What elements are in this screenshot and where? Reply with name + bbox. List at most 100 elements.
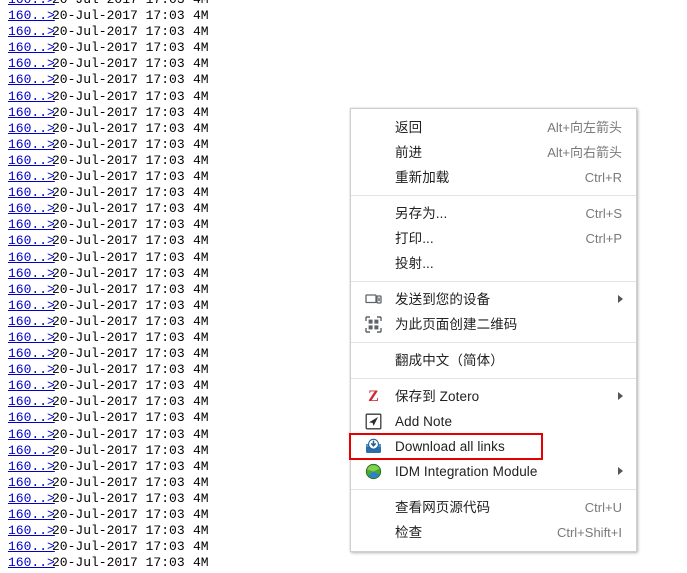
qr-code-icon: [365, 316, 382, 333]
file-row: 160..>20-Jul-2017 17:03 4M: [0, 233, 340, 249]
file-row: 160..>20-Jul-2017 17:03 4M: [0, 410, 340, 426]
file-link[interactable]: 160..>: [8, 394, 55, 410]
file-link[interactable]: 160..>: [8, 121, 55, 137]
file-link[interactable]: 160..>: [8, 555, 55, 571]
menu-separator: [351, 281, 636, 282]
submenu-arrow-icon: [618, 295, 623, 303]
file-date: 20-Jul-2017 17:03: [52, 297, 185, 313]
menu-item-label: 打印...: [395, 231, 434, 246]
file-date: 20-Jul-2017 17:03: [52, 313, 185, 329]
file-size: 4M: [193, 329, 209, 345]
file-row: 160..>20-Jul-2017 17:03 4M: [0, 137, 340, 153]
file-size: 4M: [193, 281, 209, 297]
file-row: 160..>20-Jul-2017 17:03 4M: [0, 314, 340, 330]
file-link[interactable]: 160..>: [8, 169, 55, 185]
menu-item--[interactable]: 检查 Ctrl+Shift+I: [351, 520, 636, 545]
menu-item--[interactable]: 翻成中文（简体）: [351, 348, 636, 373]
file-link[interactable]: 160..>: [8, 330, 55, 346]
menu-item-download-all-links[interactable]: Download all links: [349, 433, 636, 460]
file-link[interactable]: 160..>: [8, 314, 55, 330]
file-row: 160..>20-Jul-2017 17:03 4M: [0, 250, 340, 266]
menu-item--[interactable]: 打印... Ctrl+P: [351, 226, 636, 251]
menu-item--[interactable]: 另存为... Ctrl+S: [351, 201, 636, 226]
file-size: 4M: [193, 120, 209, 136]
file-row: 160..>20-Jul-2017 17:03 4M: [0, 394, 340, 410]
menu-item-label: 投射...: [395, 256, 434, 271]
file-link[interactable]: 160..>: [8, 137, 55, 153]
menu-item-label: 发送到您的设备: [395, 292, 491, 307]
menu-item-qr-code[interactable]: 为此页面创建二维码: [351, 312, 636, 337]
file-link[interactable]: 160..>: [8, 56, 55, 72]
file-row: 160..>20-Jul-2017 17:03 4M: [0, 507, 340, 523]
menu-item--[interactable]: 前进 Alt+向右箭头: [351, 140, 636, 165]
menu-item-label: 查看网页源代码: [395, 500, 491, 515]
file-link[interactable]: 160..>: [8, 185, 55, 201]
file-size: 4M: [193, 394, 209, 410]
file-date: 20-Jul-2017 17:03: [52, 233, 185, 249]
menu-item--[interactable]: 查看网页源代码 Ctrl+U: [351, 495, 636, 520]
menu-item--[interactable]: 重新加载 Ctrl+R: [351, 165, 636, 190]
browser-context-menu[interactable]: 返回 Alt+向左箭头 前进 Alt+向右箭头 重新加载 Ctrl+R 另存为... Ctrl…: [349, 108, 637, 552]
file-link[interactable]: 160..>: [8, 233, 55, 249]
file-link[interactable]: 160..>: [8, 507, 55, 523]
file-link[interactable]: 160..>: [8, 378, 55, 394]
file-link[interactable]: 160..>: [8, 217, 55, 233]
file-link[interactable]: 160..>: [8, 201, 55, 217]
menu-item-idm[interactable]: IDM Integration Module: [351, 459, 636, 484]
file-row: 160..>20-Jul-2017 17:03 4M: [0, 475, 340, 491]
file-row: 160..>20-Jul-2017 17:03 4M: [0, 0, 340, 8]
menu-item-add-note[interactable]: Add Note: [351, 409, 636, 434]
file-link[interactable]: 160..>: [8, 346, 55, 362]
file-link[interactable]: 160..>: [8, 491, 55, 507]
file-link[interactable]: 160..>: [8, 250, 55, 266]
file-link[interactable]: 160..>: [8, 475, 55, 491]
file-link[interactable]: 160..>: [8, 8, 55, 24]
directory-listing: 160..> 20-Jul-2017 17:03 4M 160..> 20-Jul-20…: [0, 0, 340, 573]
file-date: 20-Jul-2017 17:03: [52, 24, 185, 40]
menu-item--[interactable]: 返回 Alt+向左箭头: [351, 115, 636, 140]
file-link[interactable]: 160..>: [8, 89, 55, 105]
zotero-icon: Z: [368, 388, 379, 405]
file-link[interactable]: 160..>: [8, 410, 55, 426]
menu-item-devices[interactable]: 发送到您的设备: [351, 287, 636, 312]
file-size: 4M: [193, 152, 209, 168]
menu-item-label: 返回: [395, 120, 423, 135]
devices-icon: [365, 291, 382, 308]
file-link[interactable]: 160..>: [8, 0, 55, 8]
file-date: 20-Jul-2017 17:03: [52, 555, 185, 571]
file-link[interactable]: 160..>: [8, 24, 55, 40]
file-link[interactable]: 160..>: [8, 40, 55, 56]
file-row: 160..>20-Jul-2017 17:03 4M: [0, 72, 340, 88]
file-link[interactable]: 160..>: [8, 105, 55, 121]
menu-item-label: IDM Integration Module: [395, 464, 538, 479]
file-date: 20-Jul-2017 17:03: [52, 265, 185, 281]
menu-separator: [351, 378, 636, 379]
menu-separator: [351, 342, 636, 343]
file-link[interactable]: 160..>: [8, 298, 55, 314]
file-size: 4M: [193, 104, 209, 120]
file-date: 20-Jul-2017 17:03: [52, 40, 185, 56]
file-link[interactable]: 160..>: [8, 266, 55, 282]
file-row: 160..>20-Jul-2017 17:03 4M: [0, 362, 340, 378]
file-size: 4M: [193, 539, 209, 555]
menu-item--[interactable]: 投射...: [351, 251, 636, 276]
file-link[interactable]: 160..>: [8, 427, 55, 443]
menu-item-label: 重新加载: [395, 170, 450, 185]
menu-item-shortcut: Ctrl+P: [585, 231, 622, 246]
file-link[interactable]: 160..>: [8, 523, 55, 539]
menu-separator: [351, 195, 636, 196]
file-row: 160..>20-Jul-2017 17:03 4M: [0, 378, 340, 394]
file-link[interactable]: 160..>: [8, 539, 55, 555]
file-link[interactable]: 160..>: [8, 282, 55, 298]
file-date: 20-Jul-2017 17:03: [52, 442, 185, 458]
file-size: 4M: [193, 201, 209, 217]
file-date: 20-Jul-2017 17:03: [52, 120, 185, 136]
file-link[interactable]: 160..>: [8, 153, 55, 169]
file-size: 4M: [193, 217, 209, 233]
menu-item-zotero[interactable]: Z 保存到 Zotero: [351, 384, 636, 409]
file-link[interactable]: 160..>: [8, 443, 55, 459]
file-link[interactable]: 160..>: [8, 362, 55, 378]
file-link[interactable]: 160..>: [8, 459, 55, 475]
file-link[interactable]: 160..>: [8, 72, 55, 88]
file-size: 4M: [193, 346, 209, 362]
